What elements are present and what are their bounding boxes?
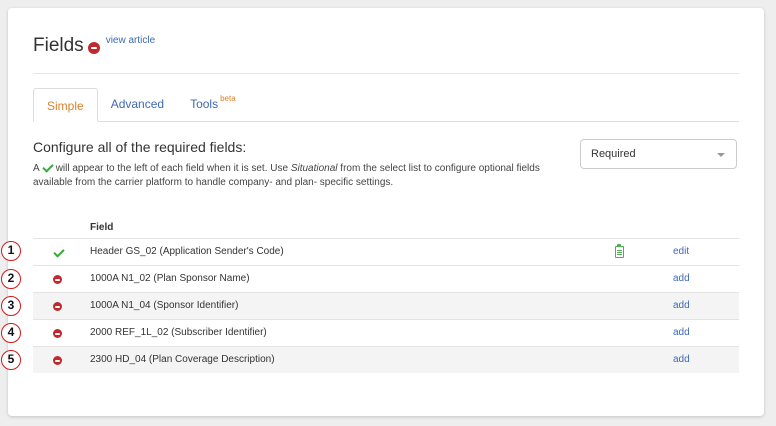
edit-link[interactable]: edit (673, 246, 689, 257)
fields-table: Header GS_02 (Application Sender's Code)… (33, 238, 739, 373)
table-row: 2000 REF_1L_02 (Subscriber Identifier) a… (33, 319, 739, 346)
desc-italic: Situational (290, 163, 338, 174)
missing-icon (53, 356, 62, 365)
check-icon (42, 163, 53, 172)
field-name: 1000A N1_04 (Sponsor Identifier) (90, 300, 239, 311)
field-name: 2000 REF_1L_02 (Subscriber Identifier) (90, 327, 267, 338)
table-row: 2300 HD_04 (Plan Coverage Description) a… (33, 346, 739, 373)
table-row: 1000A N1_04 (Sponsor Identifier) add (33, 292, 739, 319)
tab-simple-label: Simple (47, 99, 84, 113)
check-icon (53, 248, 64, 257)
tab-bar: Simple Advanced Tools beta (33, 88, 739, 122)
beta-badge: beta (220, 94, 236, 103)
view-article-link[interactable]: view article (106, 35, 155, 46)
field-filter-select[interactable]: Required (580, 139, 737, 169)
add-link[interactable]: add (673, 327, 690, 338)
clipboard-icon[interactable] (615, 244, 624, 258)
missing-icon (53, 329, 62, 338)
add-link[interactable]: add (673, 300, 690, 311)
tab-advanced[interactable]: Advanced (98, 87, 177, 121)
field-name: Header GS_02 (Application Sender's Code) (90, 246, 284, 257)
section-description: A will appear to the left of each field … (33, 162, 563, 190)
annotation-marker-2: 2 (1, 269, 21, 289)
fields-card: Fields view article Simple Advanced Tool… (8, 8, 764, 416)
column-header-field: Field (90, 222, 114, 233)
divider (33, 73, 739, 74)
annotation-marker-4: 4 (1, 323, 21, 343)
table-row: 1000A N1_02 (Plan Sponsor Name) add (33, 265, 739, 292)
annotation-marker-5: 5 (1, 350, 21, 370)
missing-icon (53, 275, 62, 284)
required-missing-icon (87, 42, 100, 54)
table-row: Header GS_02 (Application Sender's Code)… (33, 238, 739, 265)
annotation-marker-1: 1 (1, 241, 21, 261)
add-link[interactable]: add (673, 273, 690, 284)
desc-part1: A (33, 163, 40, 174)
field-name: 1000A N1_02 (Plan Sponsor Name) (90, 273, 250, 284)
annotation-marker-3: 3 (1, 296, 21, 316)
title-row: Fields view article (33, 34, 155, 58)
tab-advanced-label: Advanced (110, 97, 165, 111)
caret-down-icon (717, 153, 725, 157)
field-name: 2300 HD_04 (Plan Coverage Description) (90, 354, 275, 365)
tab-simple[interactable]: Simple (33, 88, 98, 122)
select-value: Required (591, 148, 636, 160)
tab-tools-label: Tools (190, 97, 219, 111)
tab-tools[interactable]: Tools beta (177, 87, 249, 121)
add-link[interactable]: add (673, 354, 690, 365)
section-heading: Configure all of the required fields: (33, 139, 247, 155)
desc-part2: will appear to the left of each field wh… (55, 163, 289, 174)
missing-icon (53, 302, 62, 311)
page-title: Fields (33, 35, 84, 56)
